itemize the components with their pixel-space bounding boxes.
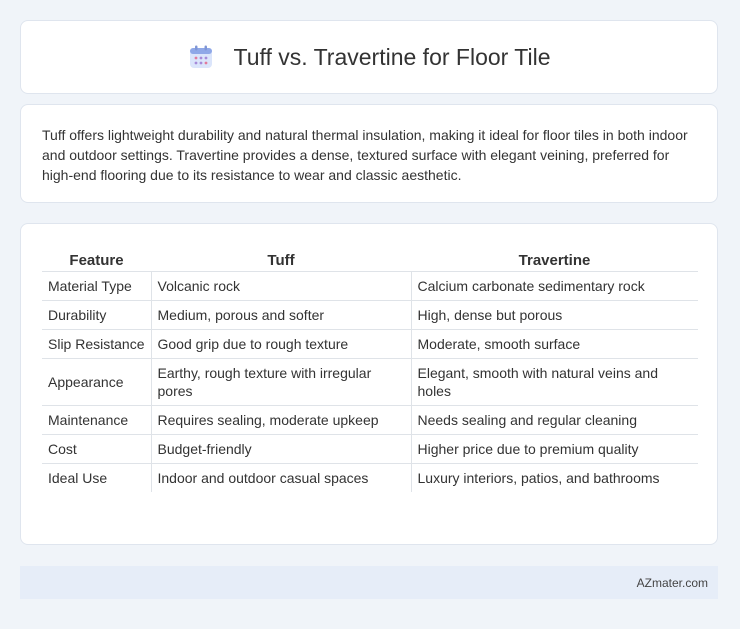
tuff-cell: Earthy, rough texture with irregular por… (151, 358, 412, 406)
footer-brand: AZmater.com (636, 575, 708, 590)
table-row: Material Type Volcanic rock Calcium carb… (42, 271, 698, 301)
table-header-row: Feature Tuff Travertine (42, 245, 698, 272)
table-row: Appearance Earthy, rough texture with ir… (42, 358, 698, 406)
tuff-cell: Budget-friendly (151, 434, 412, 464)
column-header-travertine: Travertine (411, 245, 698, 272)
feature-cell: Durability (42, 300, 152, 330)
title-card: Tuff vs. Travertine for Floor Tile (20, 20, 718, 94)
travertine-cell: Higher price due to premium quality (411, 434, 698, 464)
feature-cell: Appearance (42, 358, 152, 406)
table-row: Durability Medium, porous and softer Hig… (42, 300, 698, 330)
column-header-feature: Feature (42, 245, 151, 272)
tuff-cell: Indoor and outdoor casual spaces (151, 463, 412, 492)
table-row: Maintenance Requires sealing, moderate u… (42, 405, 698, 435)
page-title: Tuff vs. Travertine for Floor Tile (233, 43, 551, 70)
table-row: Ideal Use Indoor and outdoor casual spac… (42, 463, 698, 492)
feature-cell: Ideal Use (42, 463, 152, 492)
travertine-cell: High, dense but porous (411, 300, 698, 330)
intro-paragraph: Tuff offers lightweight durability and n… (42, 127, 688, 183)
feature-cell: Cost (42, 434, 152, 464)
travertine-cell: Needs sealing and regular cleaning (411, 405, 698, 435)
tuff-cell: Good grip due to rough texture (151, 329, 412, 359)
travertine-cell: Calcium carbonate sedimentary rock (411, 271, 698, 301)
table-row: Cost Budget-friendly Higher price due to… (42, 434, 698, 464)
tuff-cell: Requires sealing, moderate upkeep (151, 405, 412, 435)
travertine-cell: Elegant, smooth with natural veins and h… (411, 358, 698, 406)
column-header-tuff: Tuff (151, 245, 411, 272)
travertine-cell: Luxury interiors, patios, and bathrooms (417, 470, 660, 486)
calendar-icon (188, 44, 214, 70)
feature-cell: Material Type (42, 271, 152, 301)
tuff-cell: Medium, porous and softer (151, 300, 412, 330)
comparison-table: Feature Tuff Travertine Material Type Vo… (42, 245, 698, 492)
intro-card: Tuff offers lightweight durability and n… (20, 104, 718, 203)
footer-bar: AZmater.com (20, 566, 718, 599)
travertine-cell: Moderate, smooth surface (411, 329, 698, 359)
comparison-card: Feature Tuff Travertine Material Type Vo… (20, 223, 718, 545)
feature-cell: Slip Resistance (42, 329, 152, 359)
feature-cell: Maintenance (42, 405, 152, 435)
table-row: Slip Resistance Good grip due to rough t… (42, 329, 698, 359)
tuff-cell: Volcanic rock (151, 271, 412, 301)
